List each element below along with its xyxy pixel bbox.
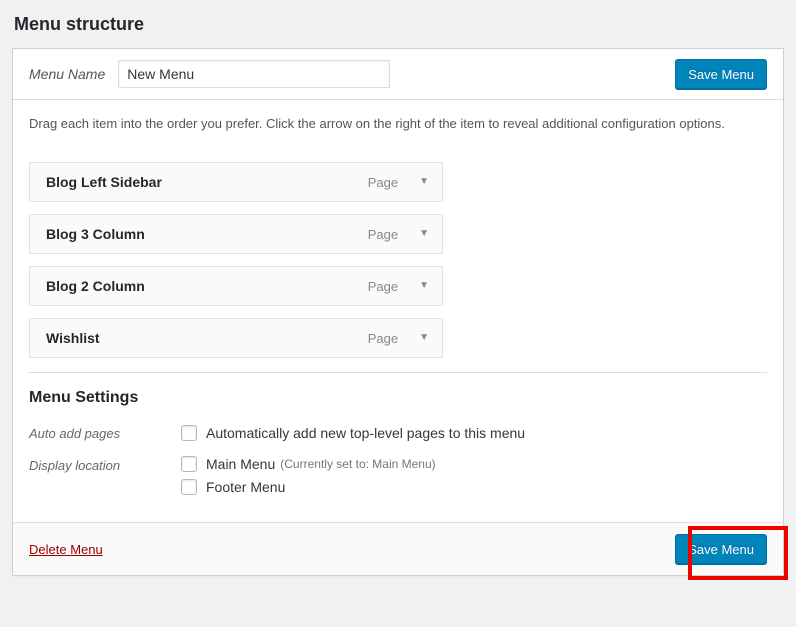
menu-item-wishlist[interactable]: Wishlist Page ▼ — [29, 318, 443, 358]
menu-structure-body: Drag each item into the order you prefer… — [13, 100, 783, 522]
display-location-row: Display location Main Menu (Currently se… — [29, 456, 767, 495]
menu-structure-panel: Menu Name Save Menu Drag each item into … — [12, 48, 784, 576]
menu-item-type: Page — [368, 227, 398, 242]
page-title: Menu structure — [0, 0, 796, 48]
display-location-label: Display location — [29, 456, 181, 495]
menu-item-title: Blog 3 Column — [46, 226, 145, 242]
menu-item-title: Blog Left Sidebar — [46, 174, 162, 190]
menu-item-blog-3-column[interactable]: Blog 3 Column Page ▼ — [29, 214, 443, 254]
chevron-down-icon[interactable]: ▼ — [419, 333, 429, 343]
menu-item-blog-2-column[interactable]: Blog 2 Column Page ▼ — [29, 266, 443, 306]
auto-add-checkbox-label: Automatically add new top-level pages to… — [206, 425, 525, 441]
main-menu-checkbox-line: Main Menu (Currently set to: Main Menu) — [181, 456, 436, 472]
menu-name-header: Menu Name Save Menu — [13, 49, 783, 100]
menu-settings-heading: Menu Settings — [29, 389, 767, 407]
settings-divider — [29, 372, 767, 373]
auto-add-pages-row: Auto add pages Automatically add new top… — [29, 424, 767, 441]
footer-menu-label: Footer Menu — [206, 479, 285, 495]
drag-instructions: Drag each item into the order you prefer… — [29, 116, 767, 132]
save-menu-button-top[interactable]: Save Menu — [675, 59, 767, 89]
main-menu-checkbox[interactable] — [181, 456, 197, 472]
menu-actions-footer: Delete Menu Save Menu — [13, 522, 783, 575]
auto-add-checkbox-line: Automatically add new top-level pages to… — [181, 424, 525, 441]
auto-add-pages-label: Auto add pages — [29, 424, 181, 441]
menu-item-type: Page — [368, 331, 398, 346]
chevron-down-icon[interactable]: ▼ — [419, 177, 429, 187]
menu-name-label: Menu Name — [29, 66, 105, 82]
menu-name-input[interactable] — [118, 60, 390, 88]
save-menu-button-bottom[interactable]: Save Menu — [675, 534, 767, 564]
menu-item-type: Page — [368, 175, 398, 190]
footer-menu-checkbox[interactable] — [181, 479, 197, 495]
menu-item-blog-left-sidebar[interactable]: Blog Left Sidebar Page ▼ — [29, 162, 443, 202]
main-menu-current-setting: (Currently set to: Main Menu) — [280, 457, 435, 471]
menu-item-type: Page — [368, 279, 398, 294]
main-menu-label: Main Menu — [206, 456, 275, 472]
chevron-down-icon[interactable]: ▼ — [419, 229, 429, 239]
display-location-options: Main Menu (Currently set to: Main Menu) … — [181, 456, 436, 495]
chevron-down-icon[interactable]: ▼ — [419, 281, 429, 291]
delete-menu-link[interactable]: Delete Menu — [29, 542, 103, 557]
menu-item-title: Wishlist — [46, 330, 100, 346]
footer-menu-checkbox-line: Footer Menu — [181, 479, 436, 495]
menu-item-title: Blog 2 Column — [46, 278, 145, 294]
auto-add-pages-checkbox[interactable] — [181, 425, 197, 441]
